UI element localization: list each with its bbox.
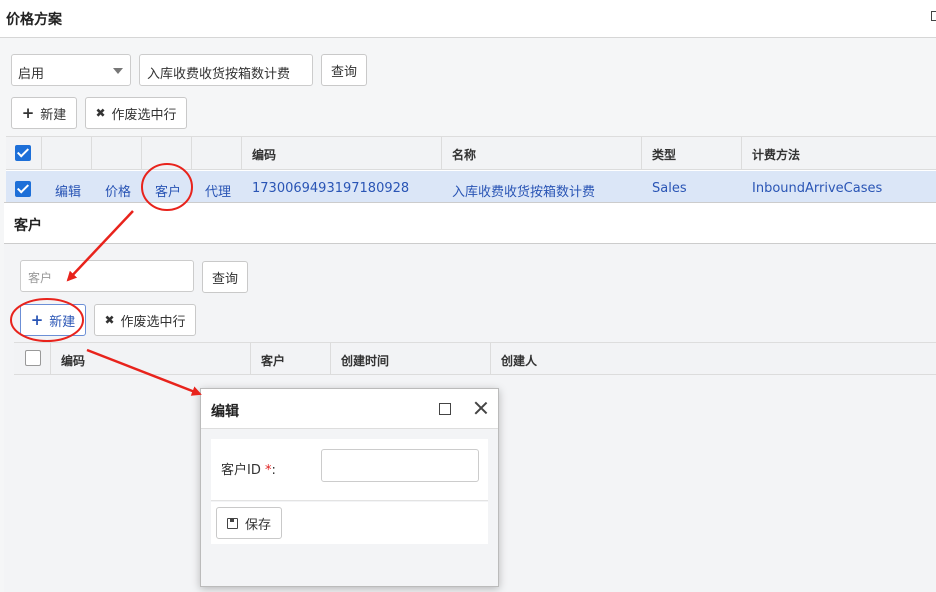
label-colon: : xyxy=(271,463,276,478)
customer-table-header: 编码 客户 创建时间 创建人 xyxy=(14,342,936,375)
checkbox-checked-icon[interactable] xyxy=(15,145,31,161)
maximize-icon[interactable] xyxy=(439,403,451,415)
plus-icon: + xyxy=(21,104,35,122)
customer-new-button[interactable]: + 新建 xyxy=(20,304,86,336)
new-button[interactable]: + 新建 xyxy=(11,97,77,129)
customer-id-label-text: 客户ID xyxy=(221,463,261,478)
customer-new-label: 新建 xyxy=(49,314,76,330)
header-creator[interactable]: 创建人 xyxy=(501,352,537,369)
row-name: 入库收费收货按箱数计费 xyxy=(452,185,596,200)
customer-query-label: 查询 xyxy=(211,271,238,287)
header-type[interactable]: 类型 xyxy=(652,146,676,163)
edit-form: 客户ID *: xyxy=(211,439,488,501)
void-button-label: 作废选中行 xyxy=(111,107,177,123)
edit-dialog-header: 编辑 xyxy=(201,389,498,429)
header-customer[interactable]: 客户 xyxy=(261,352,285,369)
page-header: 价格方案 xyxy=(0,0,936,38)
table-header-row: 编码 名称 类型 计费方法 xyxy=(6,137,936,170)
row-type: Sales xyxy=(652,181,687,196)
save-bar: 保存 xyxy=(211,502,488,544)
save-floppy-icon xyxy=(226,517,238,529)
scheme-search-input[interactable]: 入库收费收货按箱数计费 xyxy=(139,54,313,86)
close-icon[interactable] xyxy=(473,400,489,416)
plus-icon: + xyxy=(30,311,44,329)
header-code[interactable]: 编码 xyxy=(252,146,276,163)
row-customer-link[interactable]: 客户 xyxy=(155,181,181,200)
close-x-icon: ✖ xyxy=(95,106,106,120)
query-button-label: 查询 xyxy=(330,64,357,80)
customer-query-button[interactable]: 查询 xyxy=(202,261,248,293)
row-method: InboundArriveCases xyxy=(752,181,883,196)
customer-void-label: 作废选中行 xyxy=(120,314,186,330)
new-button-label: 新建 xyxy=(40,107,67,123)
header-created-time[interactable]: 创建时间 xyxy=(341,352,389,369)
maximize-icon[interactable] xyxy=(931,11,936,21)
header-customer-code[interactable]: 编码 xyxy=(61,352,85,369)
edit-dialog: 编辑 客户ID *: 保存 xyxy=(200,388,499,587)
customer-id-input[interactable] xyxy=(321,449,479,482)
edit-dialog-body: 客户ID *: 保存 xyxy=(201,429,498,586)
row-code: 1730069493197180928 xyxy=(252,181,410,196)
customer-search-placeholder: 客户 xyxy=(28,271,53,285)
checkbox-checked-icon[interactable] xyxy=(15,181,31,197)
query-button[interactable]: 查询 xyxy=(321,54,367,86)
page-title: 价格方案 xyxy=(6,12,62,28)
checkbox-empty-icon[interactable] xyxy=(25,350,41,366)
customer-id-label: 客户ID *: xyxy=(221,459,276,478)
close-x-icon: ✖ xyxy=(104,313,115,327)
dropdown-caret-icon xyxy=(113,68,123,74)
header-name[interactable]: 名称 xyxy=(452,146,476,163)
save-button[interactable]: 保存 xyxy=(216,507,282,539)
row-price-link[interactable]: 价格 xyxy=(105,181,131,200)
status-select-value: 启用 xyxy=(18,67,45,82)
scheme-search-value: 入库收费收货按箱数计费 xyxy=(147,67,291,82)
row-edit-link[interactable]: 编辑 xyxy=(55,181,81,200)
scheme-table: 编码 名称 类型 计费方法 编辑 价格 客户 代理 17300694931971… xyxy=(6,136,936,207)
void-selected-button[interactable]: ✖ 作废选中行 xyxy=(85,97,187,129)
customer-dialog-header: 客户 xyxy=(4,202,936,244)
save-button-label: 保存 xyxy=(244,517,271,533)
header-method[interactable]: 计费方法 xyxy=(752,146,800,163)
customer-dialog-title: 客户 xyxy=(14,218,42,234)
customer-void-button[interactable]: ✖ 作废选中行 xyxy=(94,304,196,336)
edit-dialog-title: 编辑 xyxy=(211,404,239,420)
status-select[interactable]: 启用 xyxy=(11,54,131,86)
customer-search-input[interactable]: 客户 xyxy=(20,260,194,292)
row-agent-link[interactable]: 代理 xyxy=(205,181,231,200)
